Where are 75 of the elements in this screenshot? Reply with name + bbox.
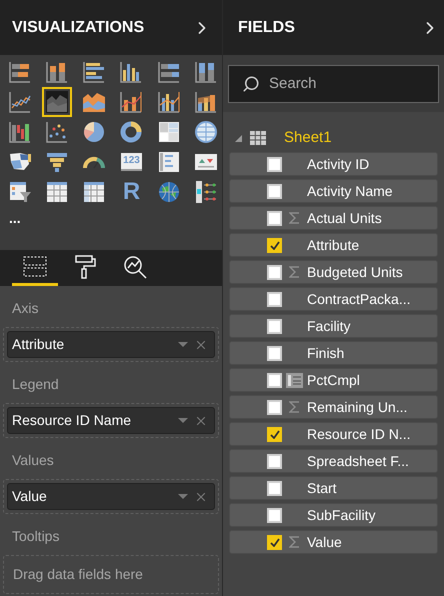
checkbox[interactable] <box>267 210 282 226</box>
field-name: Actual Units <box>307 208 382 228</box>
sigma-icon <box>289 212 300 224</box>
field-row[interactable]: Remaining Un... <box>229 395 438 419</box>
checkbox[interactable] <box>267 534 282 550</box>
calculated-field-icon <box>286 372 303 388</box>
r-visual-button[interactable]: R <box>116 177 146 207</box>
field-name: Budgeted Units <box>307 262 403 282</box>
field-row[interactable]: Activity Name <box>229 179 438 203</box>
field-name: Spreadsheet F... <box>307 452 409 471</box>
field-row[interactable]: ContractPacka... <box>229 287 438 311</box>
field-row[interactable]: Value <box>229 530 438 554</box>
search-field[interactable]: Search <box>228 64 439 102</box>
well-label: Values <box>11 451 55 470</box>
field-name: Remaining Un... <box>307 398 408 417</box>
caret-icon[interactable] <box>178 418 188 424</box>
well-label: Legend <box>11 375 60 394</box>
field-name: Activity Name <box>307 182 393 201</box>
field-name: Start <box>307 478 337 498</box>
field-name: Value <box>307 532 342 552</box>
well-label: Axis <box>11 299 40 318</box>
field-row[interactable]: Budgeted Units <box>229 260 438 284</box>
field-name: PctCmpl <box>307 370 360 390</box>
field-row[interactable]: Resource ID N... <box>229 422 438 446</box>
checkbox[interactable] <box>267 372 282 388</box>
expand-triangle-icon[interactable] <box>235 134 242 142</box>
checkbox[interactable] <box>267 156 282 172</box>
field-name: Resource ID Name <box>12 411 132 430</box>
area-chart-icon[interactable] <box>42 87 72 117</box>
checkbox[interactable] <box>267 480 282 496</box>
well-label: Tooltips <box>11 527 60 546</box>
checkbox[interactable] <box>267 184 282 198</box>
checkbox[interactable] <box>267 454 282 468</box>
field-row[interactable]: Attribute <box>229 233 438 257</box>
checkbox[interactable] <box>267 238 282 252</box>
checkbox[interactable] <box>267 264 282 280</box>
panel-title: FIELDS <box>238 18 295 38</box>
field-name: Resource ID N... <box>307 424 410 444</box>
field-name: Activity ID <box>307 154 370 174</box>
search-icon <box>242 74 260 92</box>
checkbox[interactable] <box>267 346 282 360</box>
field-name: Finish <box>307 344 344 362</box>
checkbox[interactable] <box>267 400 282 414</box>
field-name: SubFacility <box>307 506 376 525</box>
field-row[interactable]: Actual Units <box>229 206 438 230</box>
field-name: Attribute <box>12 335 66 354</box>
table-icon <box>250 131 266 145</box>
checkbox[interactable] <box>267 318 282 334</box>
table-node[interactable]: Sheet1 <box>229 126 438 150</box>
checkbox[interactable] <box>267 508 282 522</box>
field-row[interactable]: Activity ID <box>229 152 438 176</box>
field-name: Facility <box>307 316 351 336</box>
checkbox[interactable] <box>267 292 282 306</box>
field-name: ContractPacka... <box>307 290 410 308</box>
sigma-icon <box>289 401 300 413</box>
sigma-icon <box>289 266 300 278</box>
field-name: Value <box>12 487 48 506</box>
checkbox[interactable] <box>267 426 282 442</box>
drop-zone-field[interactable]: Drag data fields here <box>3 555 219 594</box>
field-pill[interactable]: Attribute <box>7 331 215 358</box>
caret-icon[interactable] <box>178 494 188 500</box>
field-row[interactable]: PctCmpl <box>229 368 438 392</box>
field-name: Attribute <box>307 236 360 254</box>
field-pill[interactable]: Resource ID Name <box>7 407 215 434</box>
field-row[interactable]: Facility <box>229 314 438 338</box>
field-row[interactable]: SubFacility <box>229 503 438 527</box>
caret-icon[interactable] <box>178 342 188 348</box>
more-visuals-button[interactable]: ... <box>5 207 25 225</box>
sigma-icon <box>289 536 300 548</box>
table-name: Sheet1 <box>284 128 332 148</box>
field-row[interactable]: Start <box>229 476 438 500</box>
field-row[interactable]: Spreadsheet F... <box>229 449 438 473</box>
panel-title: VISUALIZATIONS <box>12 18 144 38</box>
field-pill[interactable]: Value <box>7 483 215 510</box>
field-row[interactable]: Finish <box>229 341 438 365</box>
